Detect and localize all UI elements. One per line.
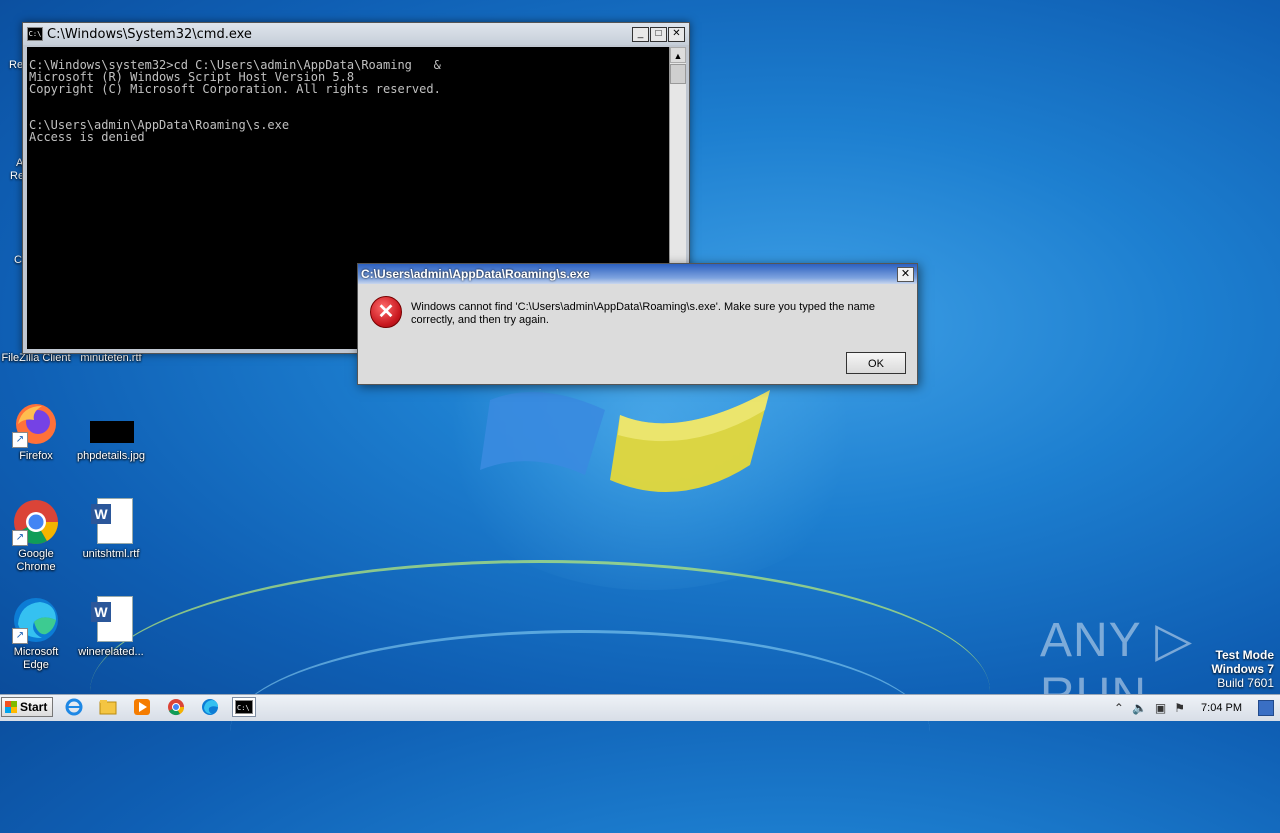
taskbar-pinned: C:\ [62, 697, 256, 717]
desktop-icon-chrome[interactable]: ↗ Google Chrome [0, 498, 72, 574]
chrome-icon: ↗ [12, 498, 60, 546]
system-tray: ⌃ 🔈 ▣ ⚑ 7:04 PM [1114, 695, 1280, 721]
windows-flag-logo [480, 390, 770, 492]
shortcut-arrow-icon: ↗ [12, 432, 28, 448]
icon-label: Microsoft Edge [13, 646, 59, 671]
network-icon[interactable]: ▣ [1155, 701, 1166, 715]
icon-label: phpdetails.jpg [77, 450, 145, 462]
cmd-title-bar[interactable]: C:\ C:\Windows\System32\cmd.exe [23, 23, 689, 45]
dialog-title-bar[interactable]: C:\Users\admin\AppData\Roaming\s.exe [358, 264, 917, 284]
start-label: Start [20, 700, 48, 714]
error-icon: ✕ [370, 296, 402, 328]
clock[interactable]: 7:04 PM [1201, 702, 1242, 714]
cmd-window-title: C:\Windows\System32\cmd.exe [47, 26, 252, 42]
word-document-icon: W [87, 498, 135, 546]
svg-text:C:\: C:\ [237, 704, 250, 712]
partial-icon-label: Re [9, 59, 24, 71]
ok-button[interactable]: OK [846, 352, 906, 374]
icon-label: unitshtml.rtf [82, 548, 140, 560]
explorer-icon[interactable] [96, 697, 120, 717]
close-button[interactable]: ✕ [668, 27, 685, 42]
edge-icon: ↗ [12, 596, 60, 644]
shortcut-arrow-icon: ↗ [12, 628, 28, 644]
desktop-icon-unitshtml[interactable]: W unitshtml.rtf [75, 498, 147, 561]
desktop-icon-phpdetails[interactable]: phpdetails.jpg [75, 400, 147, 463]
wallpaper-swoosh-2 [230, 630, 930, 833]
build-line: Build 7601 [1217, 676, 1274, 690]
desktop-icon-winerelated[interactable]: W winerelated... [75, 596, 147, 659]
icon-label: winerelated... [78, 646, 144, 658]
windows-logo-icon [5, 701, 17, 713]
scroll-up-arrow-icon[interactable]: ▲ [670, 47, 686, 63]
partial-icon-label: C [14, 254, 22, 266]
os-name-line: Windows 7 [1211, 662, 1274, 676]
test-mode-notice: Test Mode Windows 7 Build 7601 [1211, 648, 1274, 690]
ie-icon[interactable] [62, 697, 86, 717]
maximize-button[interactable]: □ [650, 27, 667, 42]
test-mode-line: Test Mode [1215, 648, 1274, 662]
image-thumbnail-icon [87, 400, 135, 448]
media-player-icon[interactable] [130, 697, 154, 717]
dialog-close-button[interactable]: ✕ [897, 267, 914, 282]
desktop-icon-firefox[interactable]: ↗ Firefox [0, 400, 72, 463]
volume-icon[interactable]: 🔈 [1132, 701, 1147, 715]
edge-icon[interactable] [198, 697, 222, 717]
window-controls: _ □ ✕ [632, 27, 685, 42]
cmd-app-icon: C:\ [27, 27, 43, 41]
show-desktop-button[interactable] [1258, 700, 1274, 716]
word-document-icon: W [87, 596, 135, 644]
chrome-icon[interactable] [164, 697, 188, 717]
error-dialog[interactable]: C:\Users\admin\AppData\Roaming\s.exe ✕ ✕… [357, 263, 918, 385]
icon-label: Google Chrome [16, 548, 56, 573]
shortcut-arrow-icon: ↗ [12, 530, 28, 546]
start-button[interactable]: Start [1, 697, 53, 717]
desktop-icon-edge[interactable]: ↗ Microsoft Edge [0, 596, 72, 672]
minimize-button[interactable]: _ [632, 27, 649, 42]
action-center-flag-icon[interactable]: ⚑ [1174, 701, 1185, 715]
icon-label: Firefox [19, 450, 53, 462]
dialog-body: ✕ Windows cannot find 'C:\Users\admin\Ap… [358, 284, 917, 384]
taskbar: Start C:\ ⌃ 🔈 ▣ ⚑ 7:04 PM [0, 694, 1280, 721]
error-message: Windows cannot find 'C:\Users\admin\AppD… [411, 301, 875, 326]
scroll-thumb[interactable] [670, 64, 686, 84]
firefox-icon: ↗ [12, 400, 60, 448]
dialog-title: C:\Users\admin\AppData\Roaming\s.exe [361, 267, 590, 281]
show-hidden-icons-chevron-icon[interactable]: ⌃ [1114, 701, 1124, 715]
cmd-icon[interactable]: C:\ [232, 697, 256, 717]
